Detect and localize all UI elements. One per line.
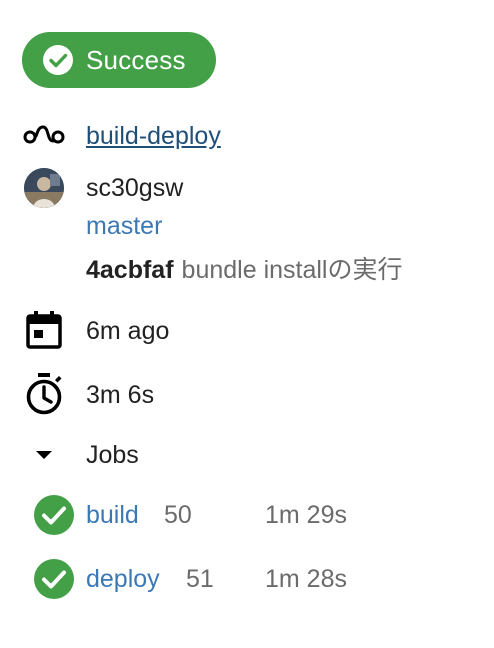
calendar-icon-cell <box>22 310 66 350</box>
commit-message: bundle installの実行 <box>181 256 403 284</box>
commit-sha[interactable]: 4acbfaf <box>86 256 174 284</box>
workflow-link[interactable]: build-deploy <box>86 122 221 150</box>
author-username: sc30gsw <box>86 174 184 202</box>
workflow-link-wrap: build-deploy <box>86 121 221 151</box>
avatar-image <box>24 168 64 208</box>
job-name[interactable]: deploy <box>86 564 160 594</box>
avatar[interactable] <box>24 168 64 208</box>
branch-wrap: master <box>86 211 162 241</box>
caret-down-icon[interactable] <box>34 449 54 461</box>
status-label: Success <box>86 44 186 75</box>
check-circle-icon <box>43 45 73 75</box>
success-check-icon <box>34 559 74 599</box>
job-row-build[interactable]: build 50 1m 29s <box>0 492 494 540</box>
avatar-cell <box>22 168 66 208</box>
success-check-icon <box>34 495 74 535</box>
started-text: 6m ago <box>86 317 170 345</box>
jobs-toggle-cell[interactable] <box>22 440 66 470</box>
commit-line: 4acbfaf bundle installの実行 <box>86 255 402 285</box>
job-number: 50 <box>164 501 192 529</box>
duration-text: 3m 6s <box>86 381 155 409</box>
status-badge: Success <box>22 32 216 88</box>
jobs-label[interactable]: Jobs <box>86 440 139 470</box>
job-duration: 1m 28s <box>265 565 347 593</box>
job-duration: 1m 29s <box>265 501 347 529</box>
pipeline-summary-panel: Success build-deploy sc30gsw master 4acb <box>0 0 494 648</box>
workflow-icon <box>23 125 65 144</box>
workflow-icon-cell <box>22 120 66 150</box>
stopwatch-icon <box>26 373 62 415</box>
branch-link[interactable]: master <box>86 212 162 240</box>
stopwatch-icon-cell <box>22 372 66 416</box>
job-row-deploy[interactable]: deploy 51 1m 28s <box>0 556 494 604</box>
job-number: 51 <box>186 565 214 593</box>
job-name[interactable]: build <box>86 500 139 530</box>
calendar-icon <box>26 311 62 349</box>
